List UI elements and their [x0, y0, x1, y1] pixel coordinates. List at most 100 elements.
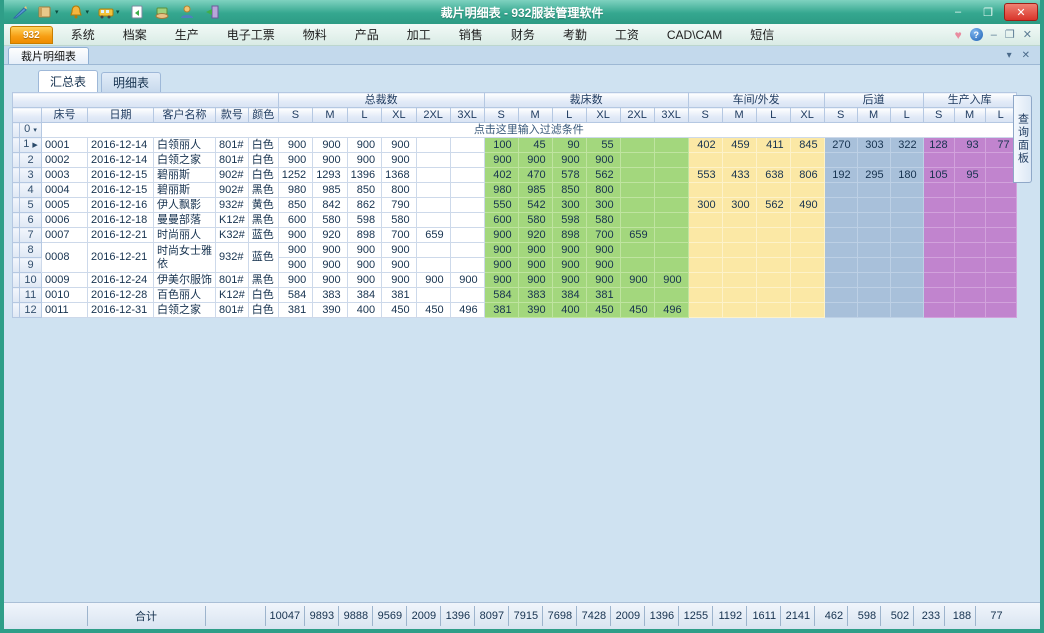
grid-cell[interactable] [688, 288, 722, 303]
menu-item[interactable]: 短信 [736, 26, 788, 43]
grid-cell[interactable] [923, 213, 954, 228]
grid-cell[interactable] [890, 303, 923, 318]
row-number[interactable]: 1 ▶ [20, 138, 42, 153]
column-header[interactable]: S [688, 108, 722, 123]
grid-cell[interactable]: 黄色 [248, 198, 278, 213]
grid-cell[interactable]: 920 [313, 228, 347, 243]
grid-cell[interactable] [857, 303, 890, 318]
grid-cell[interactable]: 700 [586, 228, 620, 243]
minimize-button[interactable]: – [944, 3, 972, 21]
row-number[interactable]: 12 [20, 303, 42, 318]
menu-item[interactable]: 加工 [393, 26, 445, 43]
grid-cell[interactable]: 900 [278, 138, 312, 153]
grid-cell[interactable]: 白色 [248, 168, 278, 183]
grid-cell[interactable]: 801# [216, 303, 249, 318]
grid-cell[interactable]: 384 [347, 288, 381, 303]
grid-cell[interactable] [890, 258, 923, 273]
column-header[interactable]: 3XL [450, 108, 484, 123]
grid-cell[interactable]: 390 [313, 303, 347, 318]
grid-cell[interactable]: 400 [347, 303, 381, 318]
grid-cell[interactable] [824, 153, 857, 168]
grid-cell[interactable] [722, 153, 756, 168]
grid-cell[interactable]: 470 [518, 168, 552, 183]
grid-cell[interactable]: 900 [518, 243, 552, 258]
grid-cell[interactable] [416, 258, 450, 273]
grid-cell[interactable]: 496 [654, 303, 688, 318]
row-number[interactable]: 2 [20, 153, 42, 168]
grid-cell[interactable]: 850 [347, 183, 381, 198]
grid-cell[interactable]: 932# [216, 243, 249, 273]
grid-cell[interactable] [416, 288, 450, 303]
grid-cell[interactable]: 900 [484, 228, 518, 243]
grid-cell[interactable] [416, 153, 450, 168]
grid-cell[interactable]: 450 [416, 303, 450, 318]
grid-cell[interactable]: 900 [313, 243, 347, 258]
grid-cell[interactable] [790, 258, 824, 273]
grid-cell[interactable]: 850 [278, 198, 312, 213]
grid-cell[interactable]: 0001 [42, 138, 88, 153]
grid-cell[interactable] [923, 153, 954, 168]
ribbon-minimize-icon[interactable]: ‒ [991, 29, 997, 41]
grid-cell[interactable]: 黑色 [248, 273, 278, 288]
grid-cell[interactable]: 黑色 [248, 183, 278, 198]
grid-cell[interactable]: 0009 [42, 273, 88, 288]
grid-cell[interactable]: 2016-12-24 [88, 273, 154, 288]
grid-cell[interactable]: 蓝色 [248, 228, 278, 243]
user-help-icon[interactable] [179, 4, 195, 20]
grid-cell[interactable]: 402 [688, 138, 722, 153]
grid-cell[interactable]: 550 [484, 198, 518, 213]
grid-cell[interactable] [450, 228, 484, 243]
grid-cell[interactable]: 180 [890, 168, 923, 183]
grid-cell[interactable]: 270 [824, 138, 857, 153]
column-header[interactable]: 3XL [654, 108, 688, 123]
grid-cell[interactable]: K12# [216, 288, 249, 303]
grid-cell[interactable]: 0008 [42, 243, 88, 273]
grid-cell[interactable]: 2016-12-28 [88, 288, 154, 303]
grid-cell[interactable]: 300 [586, 198, 620, 213]
grid-cell[interactable]: 2016-12-15 [88, 168, 154, 183]
grid-cell[interactable]: 932# [216, 198, 249, 213]
grid-cell[interactable]: 900 [518, 258, 552, 273]
grid-cell[interactable]: 白色 [248, 138, 278, 153]
grid-cell[interactable] [954, 153, 985, 168]
grid-cell[interactable]: 598 [552, 213, 586, 228]
grid-cell[interactable]: 百色丽人 [154, 288, 216, 303]
grid-cell[interactable]: 850 [552, 183, 586, 198]
grid-cell[interactable]: 2016-12-14 [88, 138, 154, 153]
grid-cell[interactable] [620, 198, 654, 213]
grid-cell[interactable] [890, 153, 923, 168]
row-number[interactable]: 6 [20, 213, 42, 228]
grid-cell[interactable]: 900 [484, 273, 518, 288]
grid-cell[interactable]: 900 [278, 258, 312, 273]
column-header[interactable]: XL [586, 108, 620, 123]
grid-cell[interactable] [450, 213, 484, 228]
subtab-汇总表[interactable]: 汇总表 [38, 70, 98, 92]
grid-cell[interactable]: 598 [347, 213, 381, 228]
grid-cell[interactable]: 411 [756, 138, 790, 153]
menu-item[interactable]: 财务 [497, 26, 549, 43]
grid-cell[interactable]: 2016-12-18 [88, 213, 154, 228]
grid-cell[interactable] [688, 153, 722, 168]
grid-cell[interactable]: 192 [824, 168, 857, 183]
grid-cell[interactable] [450, 198, 484, 213]
menu-item[interactable]: 工资 [601, 26, 653, 43]
column-header[interactable]: S [278, 108, 312, 123]
ribbon-restore-icon[interactable]: ❐ [1005, 28, 1015, 41]
row-number[interactable]: 10 [20, 273, 42, 288]
grid-cell[interactable] [790, 228, 824, 243]
grid-cell[interactable]: 300 [688, 198, 722, 213]
grid-cell[interactable] [954, 183, 985, 198]
row-number[interactable]: 4 [20, 183, 42, 198]
grid-cell[interactable]: 800 [586, 183, 620, 198]
grid-cell[interactable] [450, 138, 484, 153]
row-number[interactable]: 9 [20, 258, 42, 273]
tab-list-dropdown-icon[interactable]: ▾ [1007, 50, 1012, 61]
grid-cell[interactable]: 白领之家 [154, 303, 216, 318]
grid-cell[interactable]: 碧丽斯 [154, 168, 216, 183]
grid-cell[interactable]: 2016-12-14 [88, 153, 154, 168]
grid-cell[interactable] [688, 273, 722, 288]
grid-cell[interactable] [756, 228, 790, 243]
grid-cell[interactable]: 580 [518, 213, 552, 228]
grid-cell[interactable] [416, 138, 450, 153]
grid-cell[interactable]: 曼曼部落 [154, 213, 216, 228]
